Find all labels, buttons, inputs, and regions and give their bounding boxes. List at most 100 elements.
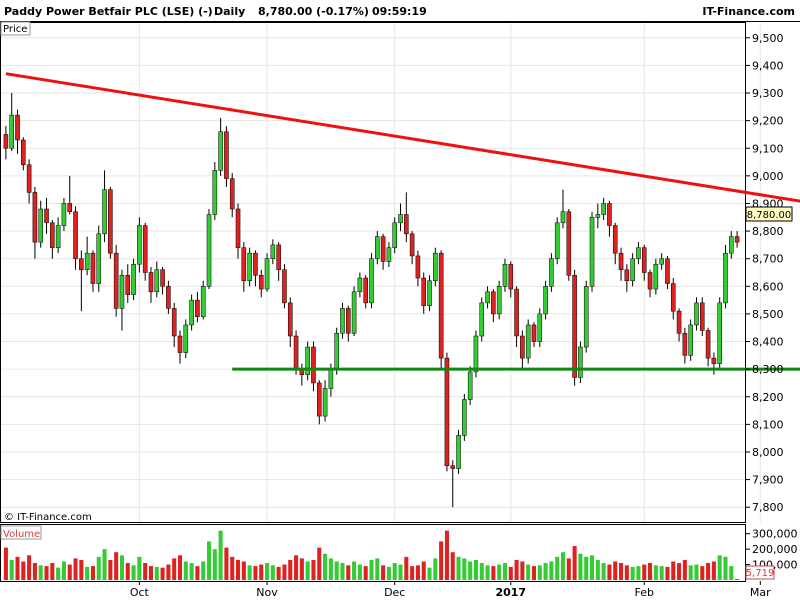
candle-body [723, 252, 728, 304]
candle-body [705, 330, 711, 359]
candle-body [241, 247, 247, 282]
header-instrument: Paddy Power Betfair PLC (LSE) (-) [4, 5, 213, 18]
candle-body [612, 225, 618, 254]
candle-body [351, 291, 357, 334]
time-tick-label: 2017 [495, 586, 526, 599]
candle-body [218, 131, 223, 171]
volume-bar [195, 566, 200, 580]
volume-bar [294, 555, 299, 580]
candle-body [485, 291, 490, 304]
candle-body [50, 222, 55, 248]
candle-body [61, 203, 67, 226]
volume-bar [357, 564, 362, 580]
volume-bar [444, 530, 449, 580]
volume-bar [15, 556, 20, 580]
candle-body [566, 211, 572, 276]
candle-body [21, 139, 26, 166]
price-tick-label: 7,900 [752, 474, 784, 487]
volume-bar [537, 565, 542, 580]
volume-bar [624, 565, 629, 580]
volume-bar [723, 556, 728, 580]
volume-bar [32, 563, 37, 580]
volume-bar [578, 553, 583, 580]
candle-body [734, 236, 740, 243]
candle-body [531, 324, 537, 342]
header-period: Daily [214, 5, 245, 18]
volume-bar [543, 563, 548, 580]
volume-bar [102, 549, 107, 580]
price-tick-label: 8,000 [752, 446, 784, 459]
candle-body [90, 252, 96, 284]
candle-body [32, 192, 38, 243]
volume-bar [584, 556, 589, 580]
candle-body [641, 247, 647, 273]
candle-body [270, 244, 276, 259]
volume-bar [648, 563, 653, 580]
candle-body [183, 324, 189, 353]
candle-body [670, 283, 676, 312]
candle-body [264, 258, 270, 290]
volume-bar [3, 547, 8, 580]
volume-bar [44, 566, 49, 580]
volume-bar [282, 564, 287, 580]
candle-body [67, 203, 73, 213]
candle-body [200, 286, 206, 317]
volume-bar [375, 558, 380, 580]
volume-bar [340, 563, 345, 580]
candle-body [427, 280, 432, 306]
candle-body [84, 252, 90, 270]
candle-body [96, 233, 102, 284]
candle-body [589, 217, 595, 287]
volume-bar [636, 566, 641, 580]
volume-bar [502, 563, 508, 580]
candle-body [79, 258, 84, 270]
header-price: 8,780.00 (-0.17%) [258, 5, 369, 18]
candle-body [148, 272, 154, 293]
candle-body [375, 236, 380, 259]
candle-body [473, 335, 479, 373]
volume-bar [346, 565, 351, 580]
volume-bar [265, 563, 270, 580]
volume-tick-label: 300,000 [752, 528, 798, 541]
last-price-label: 8,780.00 [747, 210, 792, 221]
candle-body [293, 335, 299, 370]
candle-body [502, 263, 508, 287]
candle-body [55, 225, 61, 248]
volume-bar [682, 559, 687, 580]
volume-bar [166, 564, 171, 580]
candle-body [514, 288, 519, 337]
candle-body [247, 252, 252, 282]
volume-bar [392, 563, 397, 580]
price-tick-label: 7,800 [752, 501, 784, 514]
volume-bar [352, 561, 357, 580]
header-brand: IT-Finance.com [702, 5, 795, 18]
volume-bar [160, 567, 165, 580]
price-tick-label: 9,400 [752, 59, 784, 72]
volume-bar [659, 566, 664, 580]
volume-bar [38, 565, 43, 580]
candle-body [253, 252, 258, 276]
volume-bar [27, 555, 32, 580]
volume-bar [154, 566, 159, 580]
volume-bar [61, 561, 66, 580]
volume-bar [56, 567, 61, 580]
volume-axis: 100,000200,000300,000 [745, 528, 798, 572]
volume-bar [671, 561, 676, 580]
volume-bar [433, 558, 438, 580]
volume-bar [653, 565, 658, 580]
candle-body [334, 332, 339, 370]
volume-bar [485, 565, 490, 580]
volume-bar [270, 565, 275, 580]
volume-bar [404, 556, 409, 580]
candle-body [316, 382, 322, 417]
volume-bar [9, 559, 14, 580]
candle-body [258, 275, 264, 290]
volume-bar [688, 565, 693, 580]
candle-body [525, 324, 531, 359]
candle-body [711, 357, 717, 364]
candle-body [131, 263, 136, 295]
candle-body [102, 189, 107, 235]
candle-body [108, 189, 113, 254]
volume-bar [566, 558, 571, 580]
candle-body [595, 214, 601, 218]
